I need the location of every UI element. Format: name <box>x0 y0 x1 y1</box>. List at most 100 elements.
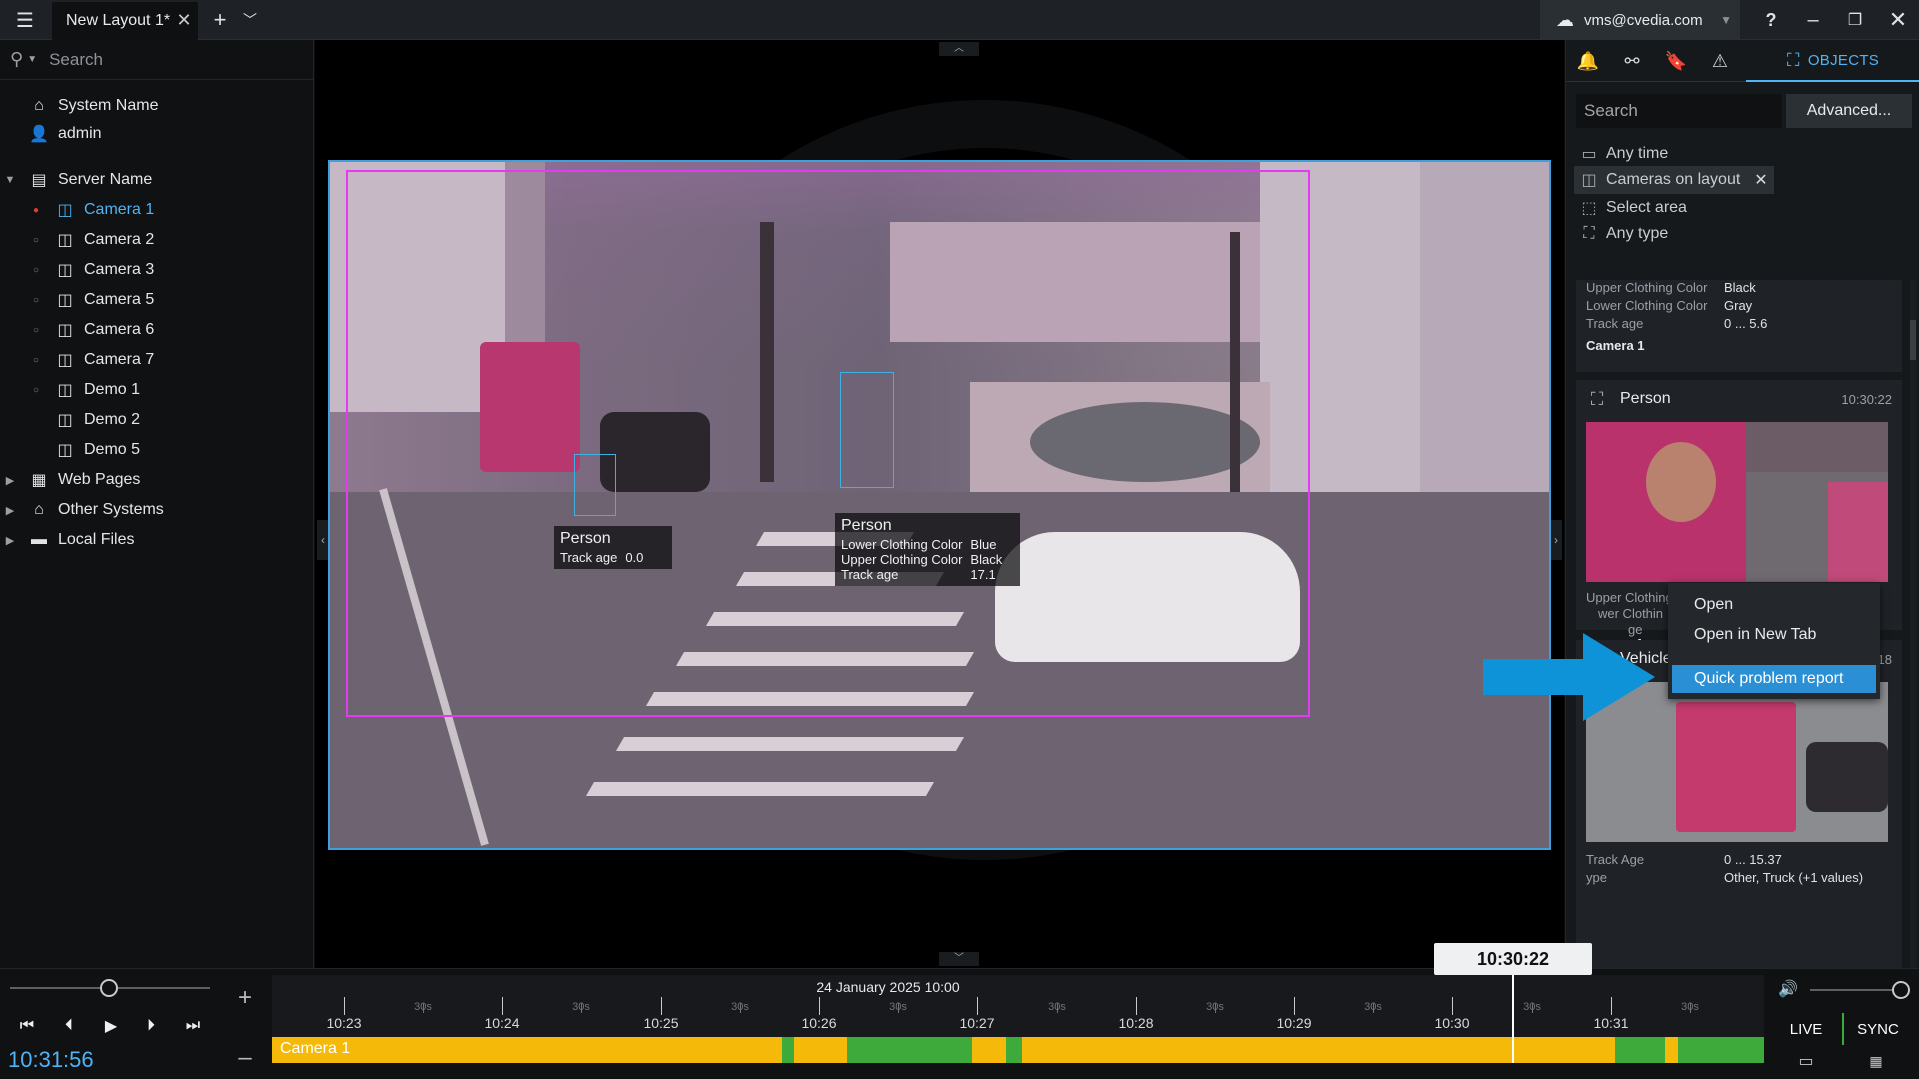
collapse-bottom-panel-icon[interactable]: ﹀ <box>939 952 979 966</box>
object-attribute: Upper Clothing <box>1586 590 1673 605</box>
area-filter[interactable]: ⬚ Select area <box>1574 194 1687 222</box>
advanced-search-button[interactable]: Advanced... <box>1786 94 1912 128</box>
time-filter[interactable]: ▭ Any time <box>1574 140 1668 168</box>
tick-sub-label: 30s <box>572 1001 590 1013</box>
chevron-right-icon[interactable]: ▶ <box>2 534 18 547</box>
tree-item-camera[interactable]: ◫ Demo 2 <box>54 406 140 434</box>
clear-filter-icon[interactable]: ✕ <box>1754 170 1767 190</box>
zoom-in-icon[interactable]: + <box>232 985 258 1011</box>
tick-label: 10:31 <box>1593 1015 1629 1031</box>
sync-button[interactable]: SYNC <box>1842 1013 1912 1045</box>
tree-item-camera[interactable]: ○ ◫ Camera 6 <box>33 316 154 344</box>
type-filter[interactable]: ⛶ Any type <box>1574 220 1668 248</box>
tree-item-camera[interactable]: ○ ◫ Camera 3 <box>33 256 154 284</box>
detection-box[interactable] <box>840 372 894 488</box>
chevron-down-icon[interactable]: ﹀ <box>236 0 264 40</box>
tree-item-system[interactable]: ⌂ System Name <box>28 92 158 120</box>
resource-tree-panel: ⚲ ▼ Search ⌂ System Name 👤 admin ▼ ▤ Ser… <box>0 40 314 968</box>
menu-item-quick-problem-report[interactable]: Quick problem report <box>1672 665 1876 693</box>
motion-segment <box>847 1037 972 1063</box>
volume-handle[interactable] <box>1892 981 1910 999</box>
restore-window-icon[interactable]: ❐ <box>1838 0 1872 40</box>
web-page-icon: ▦ <box>31 472 47 489</box>
tree-item-label: Camera 7 <box>84 351 155 368</box>
tick-sub-label: 30s <box>1681 1001 1699 1013</box>
volume-icon[interactable]: 🔊 <box>1778 979 1798 999</box>
tree-item-web-pages[interactable]: ▶ ▦ Web Pages <box>6 466 141 494</box>
objects-scrollbar[interactable] <box>1910 280 1916 968</box>
camera-video-tile[interactable]: Person Track age 0.0 Person Lower Clothi… <box>328 160 1551 850</box>
menu-item-open[interactable]: Open <box>1672 591 1876 619</box>
tab-objects[interactable]: ⛶ OBJECTS <box>1746 40 1919 82</box>
zoom-out-icon[interactable]: – <box>232 1045 258 1071</box>
minimize-icon[interactable]: – <box>1796 0 1830 40</box>
detection-attr-key: Track age <box>841 567 899 582</box>
camera-recording-track[interactable]: Camera 1 <box>272 1037 1764 1063</box>
tick-label: 10:28 <box>1118 1015 1154 1031</box>
camera-icon: ◫ <box>57 232 73 249</box>
detection-attr-key: Lower Clothing Color <box>841 537 963 552</box>
chevron-right-icon[interactable]: ▶ <box>2 504 18 517</box>
previous-frame-icon[interactable]: ⏴ <box>52 1011 86 1041</box>
object-attribute: Track age 0 ... 5.6 <box>1586 316 1768 331</box>
chevron-down-icon[interactable]: ▼ <box>2 174 18 186</box>
volume-slider[interactable] <box>1810 989 1896 991</box>
tree-item-camera[interactable]: ○ ◫ Camera 2 <box>33 226 154 254</box>
camera-filter[interactable]: ◫ Cameras on layout ✕ <box>1574 166 1774 194</box>
close-window-icon[interactable]: ✕ <box>1880 0 1916 40</box>
time-ruler[interactable]: 24 January 2025 10:00 10:23 30s 10:24 30… <box>272 975 1764 1039</box>
tree-item-camera[interactable]: ◫ Demo 5 <box>54 436 140 464</box>
tree-item-camera[interactable]: ○ ◫ Demo 1 <box>33 376 140 404</box>
bookmark-icon[interactable]: 🔖 <box>1654 40 1698 82</box>
bell-icon[interactable]: 🔔 <box>1566 40 1610 82</box>
hamburger-menu-icon[interactable]: ☰ <box>0 0 50 40</box>
object-type-icon: ⛶ <box>1583 225 1595 242</box>
user-email: vms@cvedia.com <box>1584 11 1703 29</box>
chevron-right-icon[interactable]: ▶ <box>2 474 18 487</box>
motion-icon[interactable]: ⚯ <box>1610 40 1654 82</box>
resource-search-input[interactable]: ⚲ ▼ Search <box>0 40 314 80</box>
collapse-top-panel-icon[interactable]: ︿ <box>939 42 979 56</box>
server-icon: ▤ <box>31 172 47 189</box>
camera-icon: ◫ <box>1581 172 1597 189</box>
camera-icon: ◫ <box>57 292 73 309</box>
tree-item-local-files[interactable]: ▶ ▬ Local Files <box>6 526 135 554</box>
tree-item-camera[interactable]: ○ ◫ Camera 5 <box>33 286 154 314</box>
calendar-icon[interactable]: ▦ <box>1856 1049 1896 1073</box>
menu-item-open-new-tab[interactable]: Open in New Tab <box>1672 621 1876 649</box>
camera-icon: ◫ <box>57 382 73 399</box>
status-dot-icon: ○ <box>32 264 40 276</box>
tree-item-camera[interactable]: ○ ◫ Camera 7 <box>33 346 155 374</box>
tree-item-label: Other Systems <box>58 501 164 518</box>
add-tab-icon[interactable]: + <box>206 0 234 40</box>
object-card[interactable]: Upper Clothing Color Black Lower Clothing… <box>1576 280 1902 372</box>
collapse-right-panel-icon[interactable]: › <box>1550 520 1562 560</box>
playback-speed-handle[interactable] <box>100 979 118 997</box>
tick-sub-label: 30s <box>731 1001 749 1013</box>
user-account-menu[interactable]: ☁ vms@cvedia.com ▼ <box>1540 0 1740 40</box>
tree-item-server[interactable]: ▼ ▤ Server Name <box>5 166 153 194</box>
timeline-cursor[interactable] <box>1512 969 1514 1063</box>
track-camera-name: Camera 1 <box>280 1040 351 1057</box>
warning-icon[interactable]: ⚠ <box>1698 40 1742 82</box>
folder-icon: ▬ <box>31 531 47 548</box>
detection-box[interactable] <box>574 454 616 516</box>
tree-item-camera[interactable]: ● ◫ Camera 1 <box>33 196 154 224</box>
tick-sub-label: 30s <box>414 1001 432 1013</box>
close-tab-icon[interactable]: ✕ <box>174 0 194 40</box>
skip-to-start-icon[interactable]: ⏮ <box>10 1011 44 1041</box>
skip-to-end-icon[interactable]: ⏭ <box>176 1011 210 1041</box>
tree-item-other-systems[interactable]: ▶ ⌂ Other Systems <box>6 496 164 524</box>
detection-attr-value: 17.1 <box>970 567 996 582</box>
play-icon[interactable]: ▶ <box>94 1011 128 1041</box>
filter-label: Select area <box>1606 199 1687 216</box>
live-button[interactable]: LIVE <box>1774 1013 1838 1045</box>
next-frame-icon[interactable]: ⏵ <box>134 1011 168 1041</box>
other-systems-icon: ⌂ <box>34 501 44 518</box>
objects-search-input[interactable]: Search <box>1576 94 1782 128</box>
timeline-thumbnails-icon[interactable]: ▭ <box>1786 1049 1826 1073</box>
timeline-panel: ⏮ ⏴ ▶ ⏵ ⏭ 10:31:56 + – 24 January 2025 1… <box>0 943 1919 1079</box>
current-time: 10:31:56 <box>8 1047 94 1072</box>
tree-item-user[interactable]: 👤 admin <box>28 120 102 148</box>
help-icon[interactable]: ? <box>1754 0 1788 40</box>
